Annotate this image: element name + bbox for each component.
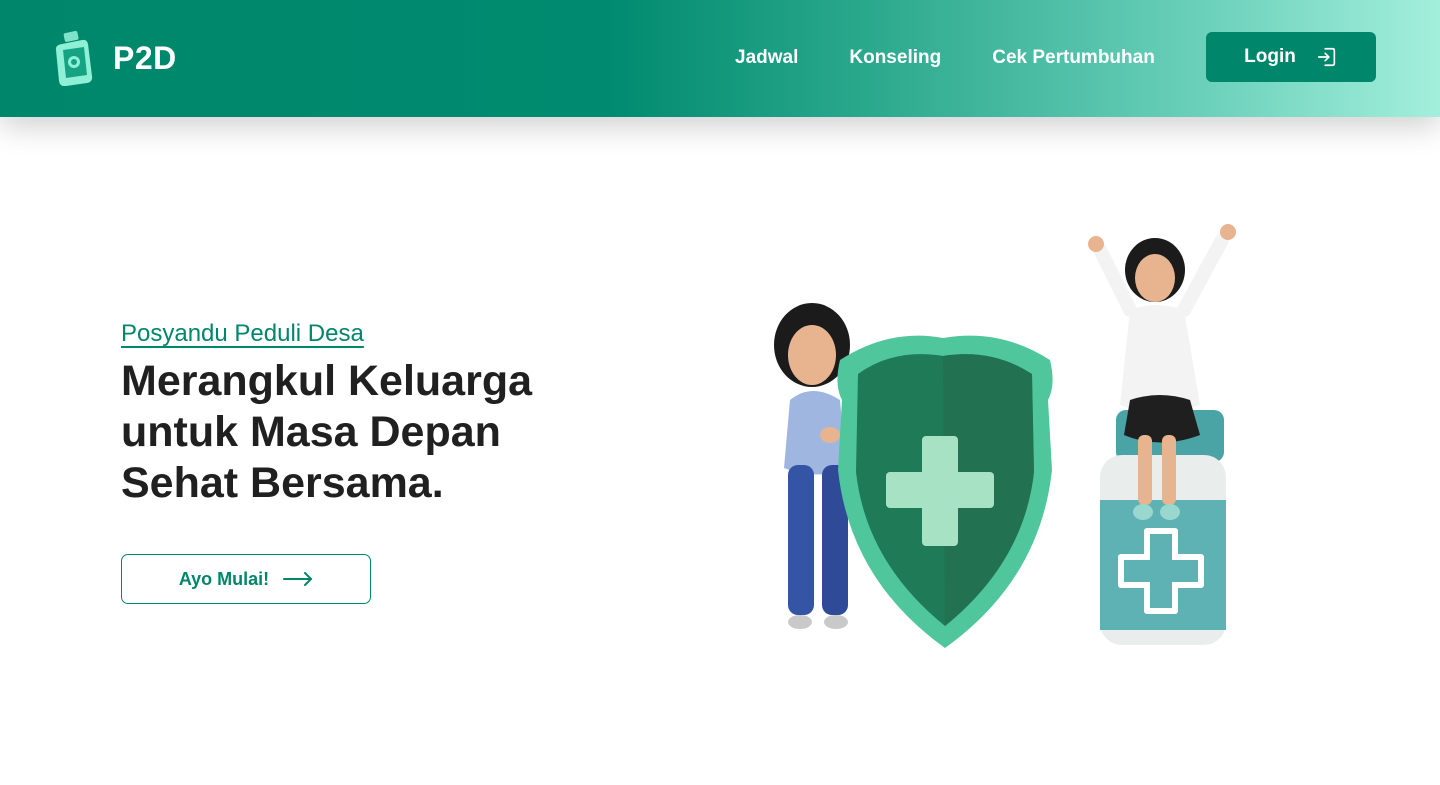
- hero-text: Posyandu Peduli Desa Merangkul Keluarga …: [121, 320, 641, 509]
- navbar: P2D Jadwal Konseling Cek Pertumbuhan Log…: [0, 0, 1440, 117]
- login-icon: [1316, 46, 1338, 68]
- hero-headline: Merangkul Keluarga untuk Masa Depan Seha…: [121, 357, 532, 507]
- arrow-right-icon: [283, 572, 313, 586]
- nav-links: Jadwal Konseling Cek Pertumbuhan: [735, 47, 1206, 69]
- brand-name: P2D: [113, 39, 177, 76]
- hero-eyebrow: Posyandu Peduli Desa: [121, 320, 364, 347]
- login-button[interactable]: Login: [1206, 32, 1376, 82]
- shield-graphic: [837, 335, 1053, 648]
- medicine-bottle-icon: [55, 31, 93, 86]
- health-shield-illustration: [774, 224, 1236, 648]
- nav-link-jadwal[interactable]: Jadwal: [735, 47, 798, 69]
- start-button-label: Ayo Mulai!: [178, 568, 270, 589]
- brand-logo[interactable]: P2D: [54, 30, 177, 86]
- nav-link-konseling[interactable]: Konseling: [849, 47, 941, 69]
- nav-link-cek-pertumbuhan[interactable]: Cek Pertumbuhan: [992, 47, 1155, 69]
- start-button[interactable]: Ayo Mulai!: [121, 554, 371, 604]
- login-label: Login: [1244, 46, 1296, 67]
